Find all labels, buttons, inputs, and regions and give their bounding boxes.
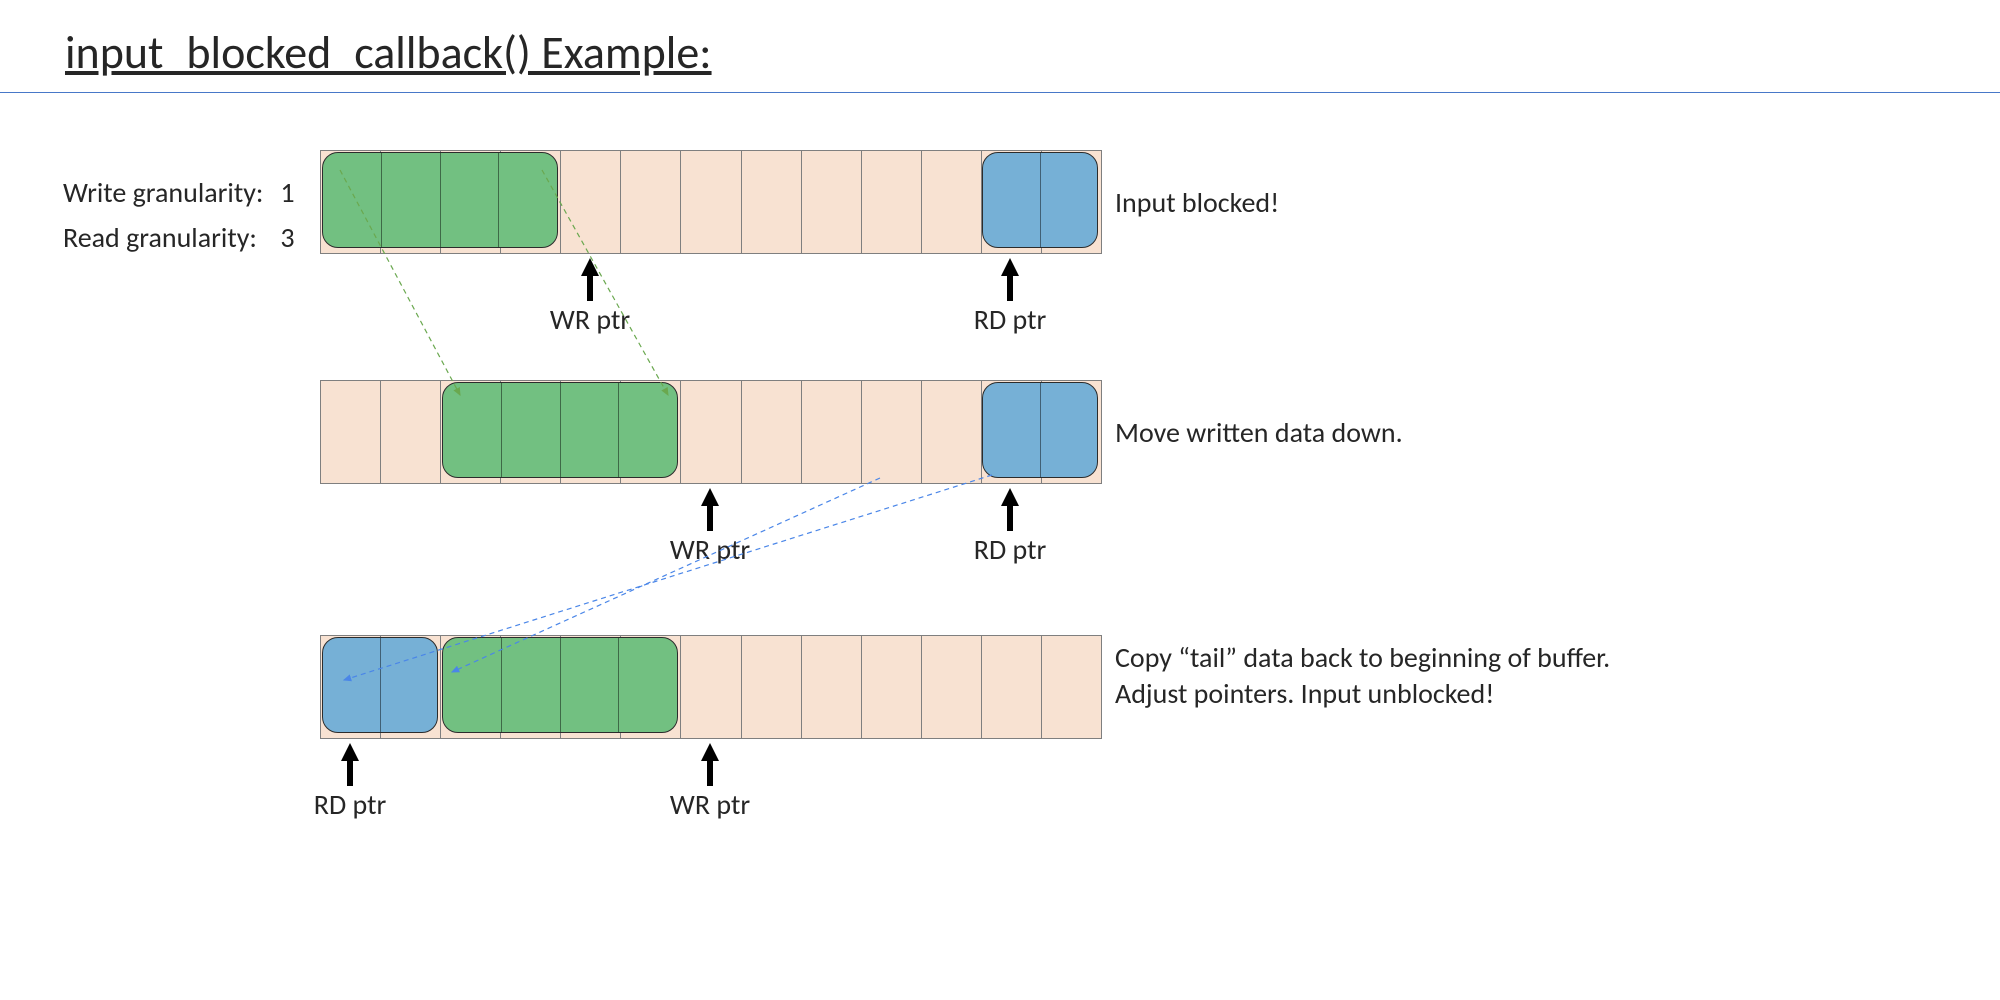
- buffer-cell: [742, 381, 802, 483]
- buffer-cell: [982, 636, 1042, 738]
- buffer-stage-3: RD ptrWR ptr: [320, 635, 1100, 739]
- write-granularity-value: 1: [279, 172, 295, 215]
- title-rule: [0, 92, 2000, 93]
- rd-pointer-label: RD ptr: [960, 302, 1060, 337]
- wr-pointer-arrow-icon: [701, 488, 719, 506]
- stage-caption: Move written data down.: [1115, 415, 1675, 451]
- buffer-cell: [621, 151, 681, 253]
- wr-pointer-label: WR ptr: [540, 302, 640, 337]
- tail-data-block: [982, 152, 1098, 248]
- rd-pointer-label: RD ptr: [300, 787, 400, 822]
- buffer-cell: [681, 151, 741, 253]
- rd-pointer-label: RD ptr: [960, 532, 1060, 567]
- buffer-cell: [681, 636, 741, 738]
- granularity-meta: Write granularity: 1 Read granularity: 3: [60, 170, 298, 261]
- stage-caption: Copy “tail” data back to beginning of bu…: [1115, 640, 1675, 713]
- write-granularity-label: Write granularity:: [62, 172, 277, 215]
- buffer-stage-2: WR ptrRD ptr: [320, 380, 1100, 484]
- buffer-cell: [561, 151, 621, 253]
- slide-title: input_blocked_callback() Example:: [65, 25, 712, 81]
- buffer-cell: [922, 151, 982, 253]
- read-granularity-value: 3: [279, 217, 295, 260]
- rd-pointer-arrow-icon: [1001, 258, 1019, 276]
- rd-pointer-arrow-icon: [1001, 488, 1019, 506]
- buffer-cell: [802, 381, 862, 483]
- buffer-cell: [1042, 636, 1101, 738]
- tail-data-block: [982, 382, 1098, 478]
- buffer-cell: [862, 636, 922, 738]
- buffer-stage-1: WR ptrRD ptr: [320, 150, 1100, 254]
- buffer-cell: [862, 151, 922, 253]
- wr-pointer-arrow-icon: [581, 258, 599, 276]
- buffer-cell: [802, 636, 862, 738]
- rd-pointer-arrow-icon: [341, 743, 359, 761]
- wr-pointer-label: WR ptr: [660, 532, 760, 567]
- stage-caption: Input blocked!: [1115, 185, 1675, 221]
- written-data-block: [442, 382, 678, 478]
- wr-pointer-arrow-icon: [701, 743, 719, 761]
- buffer-cell: [862, 381, 922, 483]
- slide: input_blocked_callback() Example: Write …: [0, 0, 2000, 1000]
- buffer-cell: [321, 381, 381, 483]
- buffer-cell: [802, 151, 862, 253]
- read-granularity-label: Read granularity:: [62, 217, 277, 260]
- tail-data-block: [322, 637, 438, 733]
- buffer-cell: [922, 636, 982, 738]
- buffer-cell: [681, 381, 741, 483]
- wr-pointer-label: WR ptr: [660, 787, 760, 822]
- buffer-cell: [381, 381, 441, 483]
- buffer-cell: [742, 151, 802, 253]
- written-data-block: [322, 152, 558, 248]
- buffer-cell: [922, 381, 982, 483]
- written-data-block: [442, 637, 678, 733]
- buffer-cell: [742, 636, 802, 738]
